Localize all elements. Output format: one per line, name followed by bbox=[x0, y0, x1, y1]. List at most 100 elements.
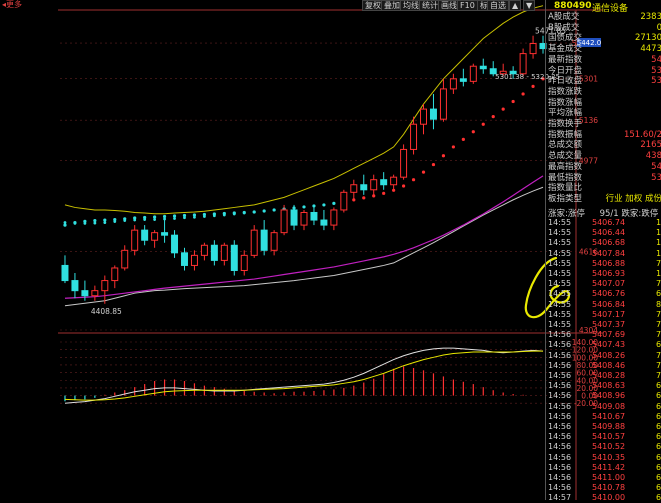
side-label-13: 总成交量 bbox=[548, 151, 583, 162]
trailing-dot bbox=[421, 170, 426, 174]
candle-body bbox=[240, 254, 248, 271]
tick-price: 5408.28 bbox=[592, 371, 626, 380]
side-value-14: 54 bbox=[651, 161, 661, 172]
candle-body bbox=[181, 252, 188, 266]
tick-volume: 15 bbox=[656, 218, 661, 227]
tick-time: 14:56 bbox=[548, 340, 572, 350]
tick-volume: 7 bbox=[656, 371, 661, 380]
side-label-15: 最低指数 bbox=[548, 172, 583, 183]
side-value-3: 4473 bbox=[640, 44, 661, 55]
stop-dot bbox=[193, 215, 196, 219]
stop-dot bbox=[103, 221, 107, 224]
tick-time: 14:55 bbox=[548, 258, 572, 268]
side-label-12: 总成交额 bbox=[548, 140, 583, 151]
tick-price: 5407.37 bbox=[592, 320, 626, 329]
candle-body bbox=[220, 244, 228, 261]
stop-dot bbox=[93, 221, 97, 225]
tick-volume: 7 bbox=[656, 258, 661, 268]
tick-volume: 6 bbox=[656, 493, 661, 503]
tick-time: 14:55 bbox=[548, 309, 572, 319]
tick-time: 14:56 bbox=[548, 371, 572, 380]
candle-body bbox=[101, 280, 109, 292]
side-label-8: 指数涨幅 bbox=[548, 97, 583, 108]
tick-volume: 7 bbox=[656, 350, 661, 360]
side-label-4: 最新指数 bbox=[548, 54, 583, 65]
stop-dot bbox=[73, 221, 77, 225]
trailing-dot bbox=[521, 92, 525, 96]
toolbar-button-5[interactable]: F10 bbox=[457, 0, 478, 11]
candle-body bbox=[400, 148, 408, 178]
tick-price: 5410.00 bbox=[592, 493, 626, 503]
trailing-dot bbox=[362, 196, 366, 200]
candle-body bbox=[151, 232, 159, 241]
chart-area[interactable]: 5442.0530151364977461643045471.854408.85… bbox=[0, 0, 603, 500]
index-code: 880490 bbox=[554, 1, 592, 11]
stop-dot bbox=[113, 220, 117, 223]
side-label-17: 板指类型 bbox=[548, 193, 583, 204]
candle-body bbox=[260, 229, 268, 251]
tick-volume: 6 bbox=[656, 391, 661, 401]
tick-price: 5410.67 bbox=[592, 411, 626, 421]
scroll-up-button[interactable]: ▲ bbox=[509, 0, 522, 11]
trailing-dot bbox=[382, 191, 386, 195]
tick-volume: 7 bbox=[656, 279, 661, 289]
candle-body bbox=[121, 249, 129, 269]
tick-volume: 6 bbox=[656, 432, 661, 442]
side-label-0: A股成交 bbox=[548, 12, 580, 22]
candle-body bbox=[420, 108, 427, 125]
trailing-dot bbox=[63, 223, 67, 227]
tick-price: 5409.08 bbox=[592, 401, 626, 411]
tick-price: 5408.26 bbox=[592, 350, 626, 360]
tick-price: 5407.43 bbox=[592, 340, 626, 350]
tick-volume: 6 bbox=[656, 381, 661, 391]
trailing-dot bbox=[491, 115, 495, 119]
candle-body bbox=[439, 88, 447, 120]
trailing-dot bbox=[153, 215, 157, 219]
trailing-dot bbox=[322, 203, 326, 207]
tick-price: 5406.68 bbox=[592, 238, 626, 248]
tick-price: 5406.84 bbox=[592, 299, 626, 309]
candle-body bbox=[230, 244, 238, 271]
tick-volume: 6 bbox=[656, 473, 661, 482]
stop-dot bbox=[203, 215, 206, 218]
tick-volume: 8 bbox=[656, 299, 661, 309]
candle-body bbox=[529, 43, 537, 55]
trailing-dot bbox=[441, 154, 446, 158]
tick-price: 5408.63 bbox=[592, 381, 626, 391]
candle-body bbox=[370, 179, 378, 191]
side-value-0: 2383 bbox=[640, 12, 661, 22]
candle-body bbox=[390, 176, 398, 186]
side-value-13: 438 bbox=[645, 151, 661, 162]
side-label-16: 指数量比 bbox=[548, 183, 583, 194]
candle-body bbox=[320, 219, 328, 226]
candle-body bbox=[380, 179, 388, 186]
tick-time: 14:55 bbox=[548, 228, 572, 238]
toolbar-button-7[interactable]: 自选 bbox=[487, 0, 509, 11]
side-label-6: 昨日收盘 bbox=[548, 76, 583, 87]
trailing-dot bbox=[103, 218, 107, 222]
tick-time: 14:56 bbox=[548, 330, 572, 340]
trailing-dot bbox=[162, 214, 167, 219]
tick-price: 5407.07 bbox=[592, 279, 626, 289]
side-label-11: 指数振幅 bbox=[548, 129, 583, 140]
tick-price: 5406.88 bbox=[592, 258, 626, 268]
candle-body bbox=[300, 211, 308, 226]
scroll-down-button[interactable]: ▼ bbox=[523, 0, 536, 11]
tick-price: 5411.00 bbox=[592, 473, 626, 482]
side-label-1: B股成交 bbox=[548, 22, 580, 33]
tick-time: 14:55 bbox=[548, 269, 572, 278]
candle-body bbox=[340, 191, 348, 211]
tick-volume: 6 bbox=[656, 483, 661, 493]
tick-volume: 6 bbox=[656, 401, 661, 411]
candle-body bbox=[71, 280, 79, 292]
tick-volume: 7 bbox=[656, 360, 661, 370]
stop-dot bbox=[133, 218, 137, 222]
candle-body bbox=[141, 229, 149, 241]
side-label-2: 国债成交 bbox=[548, 33, 583, 44]
quote-side-panel: 880490 通信设备 A股成交 2383 B股成交 0 国债成交 27130 基金成交 44… bbox=[545, 0, 661, 503]
trailing-dot bbox=[411, 178, 416, 182]
more-label: 更多 bbox=[6, 0, 23, 9]
tick-volume: 6 bbox=[656, 442, 661, 452]
more-button[interactable]: ◂更多 bbox=[0, 0, 24, 9]
trailing-dot bbox=[471, 130, 475, 134]
